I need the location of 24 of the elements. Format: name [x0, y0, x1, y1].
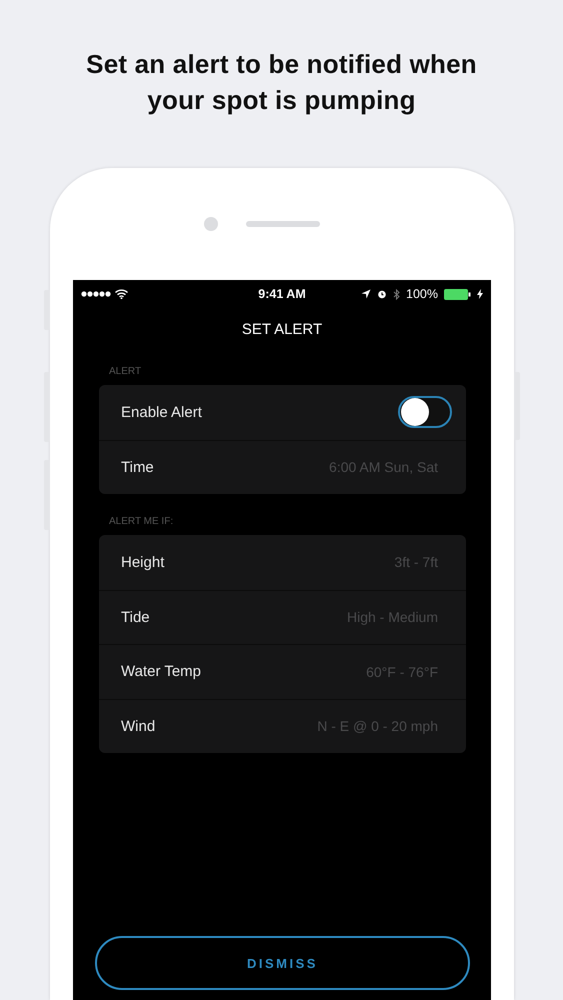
- setting-label: Enable Alert: [121, 404, 203, 421]
- headline: Set an alert to be notified when your spot is pumping: [85, 48, 478, 117]
- toggle-switch[interactable]: [398, 396, 452, 428]
- alarm-clock-icon: [377, 289, 388, 299]
- camera-icon: [204, 217, 218, 231]
- status-time: 9:41 AM: [258, 287, 306, 301]
- setting-label: Wind: [121, 718, 156, 735]
- bluetooth-icon: [393, 288, 400, 300]
- battery-icon: [444, 288, 471, 300]
- section-header: ALERT ME IF:: [109, 516, 174, 527]
- dismiss-button[interactable]: DISMISS: [95, 936, 470, 990]
- charging-bolt-icon: [477, 289, 483, 299]
- battery-percent: 100%: [406, 287, 438, 301]
- location-arrow-icon: [361, 289, 372, 299]
- speaker-icon: [246, 221, 320, 227]
- section-header: ALERT: [109, 366, 142, 377]
- signal-icon: [81, 291, 111, 297]
- screen-title: SET ALERT: [240, 320, 324, 340]
- setting-label: Height: [121, 554, 166, 571]
- setting-label: Tide: [121, 608, 151, 626]
- wifi-icon: [115, 289, 128, 299]
- setting-label: Time: [121, 458, 155, 476]
- setting-label: Water Temp: [121, 663, 202, 680]
- settings-row[interactable]: Enable Alert: [99, 385, 466, 440]
